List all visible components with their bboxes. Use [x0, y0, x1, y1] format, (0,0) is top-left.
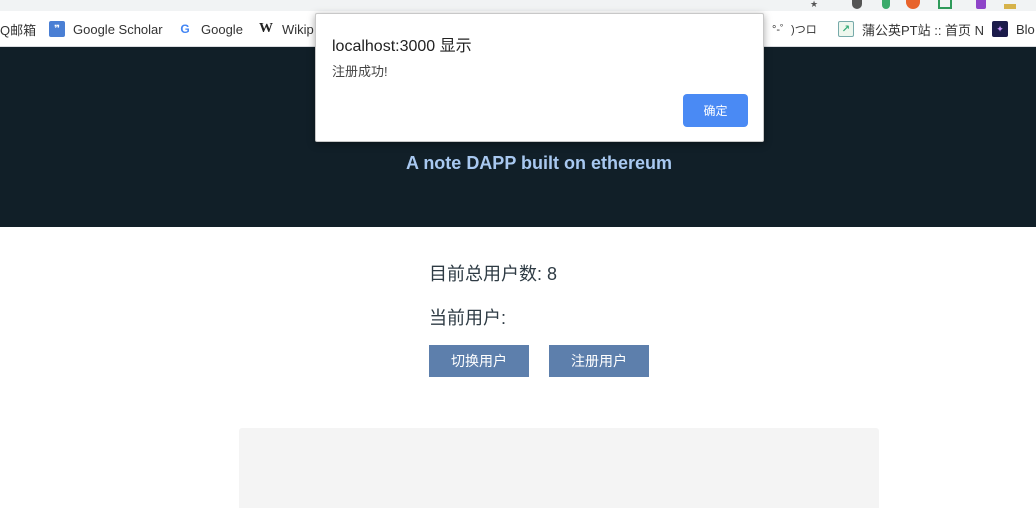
current-user-label: 当前用户:: [429, 308, 507, 328]
bookmark-wikipedia[interactable]: W Wikip: [258, 20, 314, 38]
blog-icon: ✦: [992, 21, 1008, 37]
app-tagline: A note DAPP built on ethereum: [405, 153, 673, 173]
bookmark-label: Blo: [1016, 21, 1035, 37]
browser-toolbar-strip: ★: [0, 0, 1036, 11]
bookmark-qq-mail[interactable]: Q邮箱: [0, 20, 36, 38]
wikipedia-icon: W: [259, 21, 273, 36]
google-icon: G: [180, 22, 190, 36]
bookmark-label: °-゜)つロ: [772, 24, 817, 36]
bookmark-google[interactable]: G Google: [177, 20, 243, 38]
purple-extension-icon[interactable]: [976, 0, 986, 9]
alert-title: localhost:3000 显示: [332, 38, 472, 55]
bookmark-label: Google Scholar: [73, 21, 163, 37]
bookmark-label: Google: [201, 21, 243, 37]
note-panel: [239, 428, 879, 508]
menu-extension-icon[interactable]: [1004, 4, 1016, 9]
bookmark-blog[interactable]: ✦ Blo: [992, 20, 1035, 38]
bookmark-kaomoji[interactable]: °-゜)つロ: [772, 20, 817, 38]
register-user-button[interactable]: 注册用户: [549, 345, 649, 377]
alert-message: 注册成功!: [332, 64, 388, 79]
screen-extension-icon[interactable]: [938, 0, 952, 9]
pt-site-icon: ↗: [838, 21, 854, 37]
alert-ok-button[interactable]: 确定: [683, 94, 748, 127]
star-icon[interactable]: ★: [810, 0, 820, 9]
bookmark-pt-site[interactable]: ↗ 蒲公英PT站 :: 首页 N: [838, 20, 984, 38]
scholar-icon: ❞: [49, 21, 65, 37]
total-users-count: 目前总用户数: 8: [429, 264, 558, 284]
orange-extension-icon[interactable]: [906, 0, 920, 9]
bookmark-label: Wikip: [282, 21, 314, 37]
alert-dialog: localhost:3000 显示 注册成功! 确定: [315, 13, 764, 142]
extension-icons: ★: [796, 0, 1036, 11]
bookmark-label: 蒲公英PT站 :: 首页 N: [862, 22, 985, 38]
extension-icon[interactable]: [852, 0, 862, 9]
vpn-extension-icon[interactable]: [882, 0, 890, 9]
bookmark-label: Q邮箱: [0, 22, 37, 38]
bookmark-google-scholar[interactable]: ❞ Google Scholar: [49, 20, 163, 38]
switch-user-button[interactable]: 切换用户: [429, 345, 529, 377]
